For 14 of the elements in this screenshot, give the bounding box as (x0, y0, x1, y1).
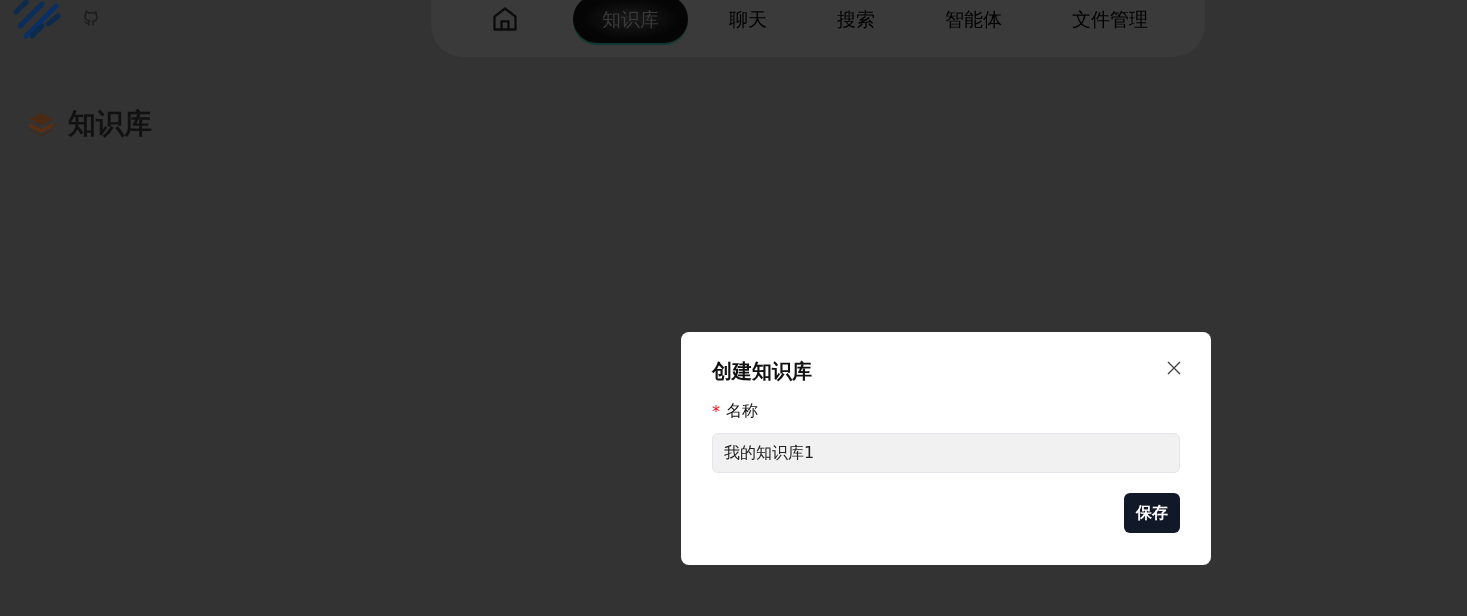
layers-icon (28, 112, 54, 136)
nav-tab[interactable]: 智能体 (916, 0, 1031, 43)
field-label: 名称 (726, 401, 758, 422)
close-icon[interactable] (1167, 361, 1181, 375)
dialog-title: 创建知识库 (712, 358, 812, 385)
input-field[interactable]: 我的知识库1 (712, 433, 1180, 473)
github-icon[interactable] (82, 9, 100, 27)
logo-icon (12, 0, 62, 42)
home-icon[interactable] (491, 5, 519, 33)
nav-tab[interactable]: 搜索 (808, 0, 904, 43)
save-button[interactable]: 保存 (1124, 493, 1180, 533)
nav-tab[interactable]: 文件管理 (1043, 0, 1177, 43)
nav-tab[interactable]: 聊天 (700, 0, 796, 43)
required-mark: * (712, 402, 720, 421)
